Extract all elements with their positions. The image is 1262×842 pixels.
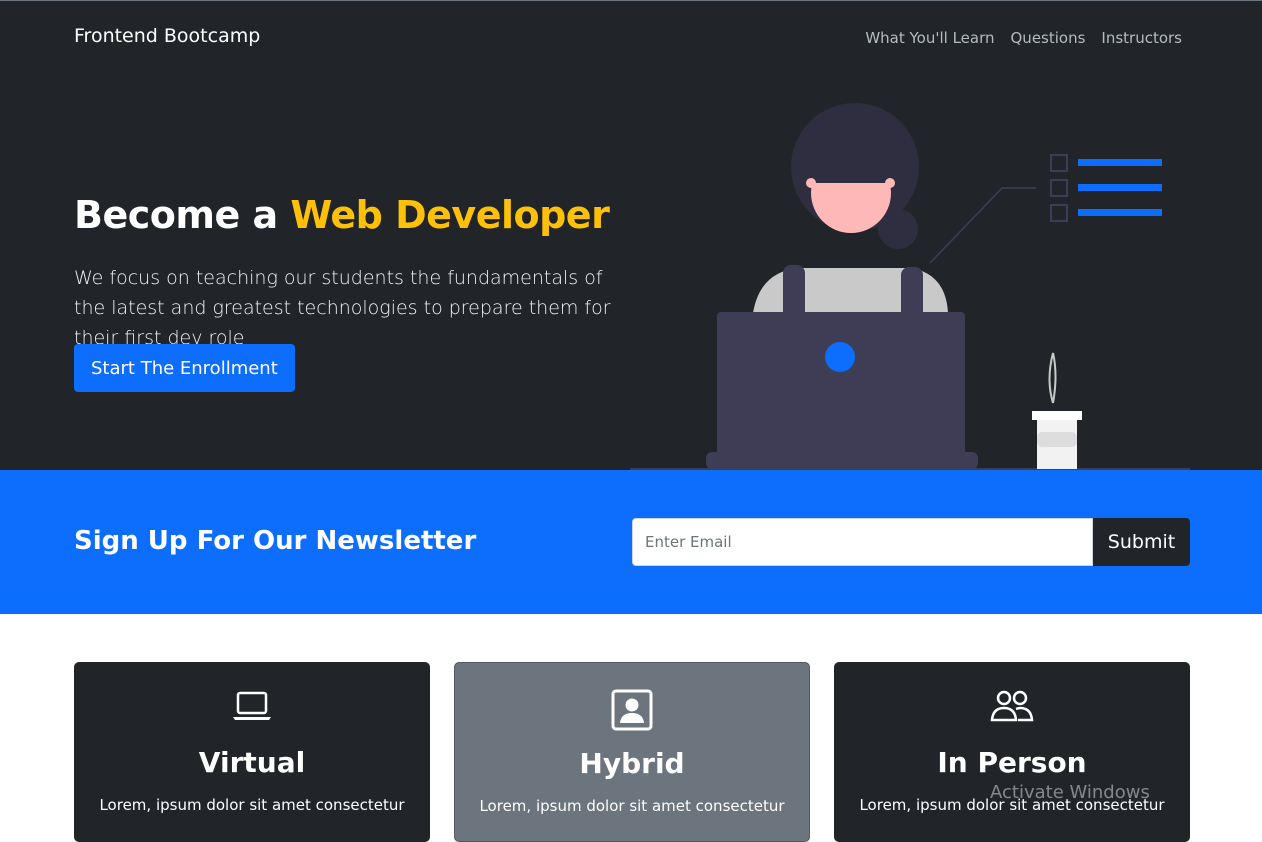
newsletter-section: Sign Up For Our Newsletter Submit <box>0 470 1262 614</box>
nav-link-questions[interactable]: Questions <box>1011 29 1086 47</box>
card-hybrid: Hybrid Lorem, ipsum dolor sit amet conse… <box>454 662 810 842</box>
hero-title: Become a Web Developer <box>74 193 610 237</box>
person-badge-icon <box>611 689 653 735</box>
email-input[interactable] <box>632 518 1093 566</box>
newsletter-heading: Sign Up For Our Newsletter <box>74 526 477 556</box>
card-text: Lorem, ipsum dolor sit amet consectetur <box>479 797 785 815</box>
os-activation-watermark: Activate Windows <box>990 782 1150 803</box>
card-title: Hybrid <box>579 747 685 780</box>
boxes-section: Virtual Lorem, ipsum dolor sit amet cons… <box>0 614 1262 842</box>
card-title: In Person <box>937 746 1087 779</box>
hero-title-prefix: Become a <box>74 193 291 237</box>
laptop-icon <box>232 688 272 728</box>
card-text: Lorem, ipsum dolor sit amet consectetur <box>99 796 405 814</box>
hero-lead: We focus on teaching our students the fu… <box>74 267 611 349</box>
nav-link-instructors[interactable]: Instructors <box>1101 29 1182 47</box>
card-virtual: Virtual Lorem, ipsum dolor sit amet cons… <box>74 662 430 842</box>
hero-title-accent: Web Developer <box>290 193 610 237</box>
card-in-person: In Person Lorem, ipsum dolor sit amet co… <box>834 662 1190 842</box>
people-icon <box>990 688 1034 728</box>
navbar: Frontend Bootcamp What You'll Learn Ques… <box>0 1 1262 75</box>
navbar-brand[interactable]: Frontend Bootcamp <box>74 25 260 47</box>
developer-illustration <box>630 103 1190 470</box>
submit-button[interactable]: Submit <box>1093 518 1190 566</box>
start-enrollment-button[interactable]: Start The Enrollment <box>74 344 295 392</box>
hero-section: Become a Web Developer We focus on teach… <box>0 75 1262 470</box>
nav-link-learn[interactable]: What You'll Learn <box>865 29 994 47</box>
card-title: Virtual <box>198 746 306 779</box>
nav-links: What You'll Learn Questions Instructors <box>865 29 1182 47</box>
